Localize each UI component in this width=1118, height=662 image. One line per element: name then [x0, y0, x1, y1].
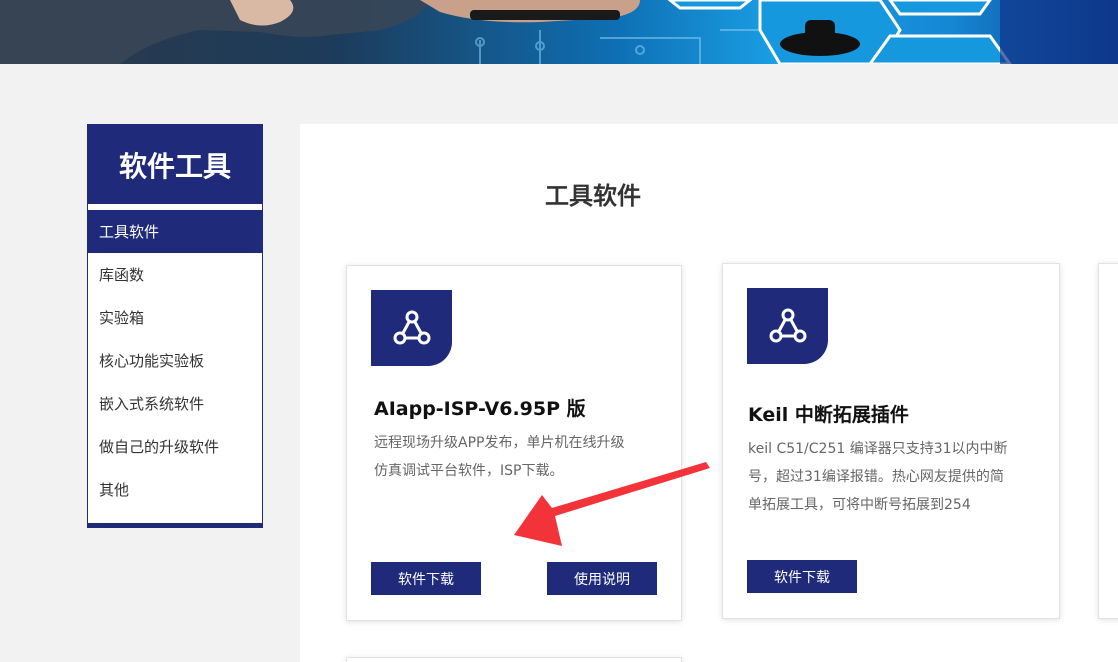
card-description-line: 远程现场升级APP发布，单片机在线升级 [374, 435, 625, 451]
card-description-line: 号，超过31编译报错。热心网友提供的简 [748, 469, 1004, 485]
card-icon-box [747, 288, 828, 364]
sidebar-item-upgrade-software[interactable]: 做自己的升级软件 [88, 425, 262, 468]
main-content-panel: 工具软件 AIapp-ISP-V6.95P 版 远程现场升级APP发布，单片机在… [300, 124, 1118, 662]
software-card [1098, 263, 1118, 619]
software-download-button[interactable]: 软件下载 [747, 560, 857, 593]
page-title: 工具软件 [545, 182, 641, 210]
card-description: 远程现场升级APP发布，单片机在线升级 仿真调试平台软件，ISP下载。 [374, 429, 674, 485]
top-banner [0, 0, 1118, 64]
card-title: AIapp-ISP-V6.95P 版 [374, 398, 586, 420]
sidebar-item-experiment-box[interactable]: 实验箱 [88, 296, 262, 339]
card-description: keil C51/C251 编译器只支持31以内中断 号，超过31编译报错。热心… [748, 435, 1048, 519]
sidebar-item-tool-software[interactable]: 工具软件 [88, 210, 262, 253]
share-nodes-icon [769, 308, 806, 343]
card-description-line: keil C51/C251 编译器只支持31以内中断 [748, 441, 1008, 457]
banner-artwork [0, 0, 1118, 64]
sidebar-item-embedded-software[interactable]: 嵌入式系统软件 [88, 382, 262, 425]
user-manual-button[interactable]: 使用说明 [547, 562, 657, 595]
software-card: Keil 中断拓展插件 keil C51/C251 编译器只支持31以内中断 号… [722, 263, 1060, 619]
card-title: Keil 中断拓展插件 [748, 404, 909, 426]
software-card: AIapp-ISP-V6.95P 版 远程现场升级APP发布，单片机在线升级 仿… [346, 265, 682, 621]
card-description-line: 单拓展工具，可将中断号拓展到254 [748, 497, 971, 513]
card-description-line: 仿真调试平台软件，ISP下载。 [374, 463, 564, 479]
share-nodes-icon [393, 310, 430, 345]
software-download-button[interactable]: 软件下载 [371, 562, 481, 595]
sidebar-bottom-bar [87, 523, 263, 528]
software-card [346, 657, 682, 662]
sidebar-item-core-board[interactable]: 核心功能实验板 [88, 339, 262, 382]
card-icon-box [371, 290, 452, 366]
sidebar-item-library-functions[interactable]: 库函数 [88, 253, 262, 296]
sidebar-item-other[interactable]: 其他 [88, 468, 262, 511]
